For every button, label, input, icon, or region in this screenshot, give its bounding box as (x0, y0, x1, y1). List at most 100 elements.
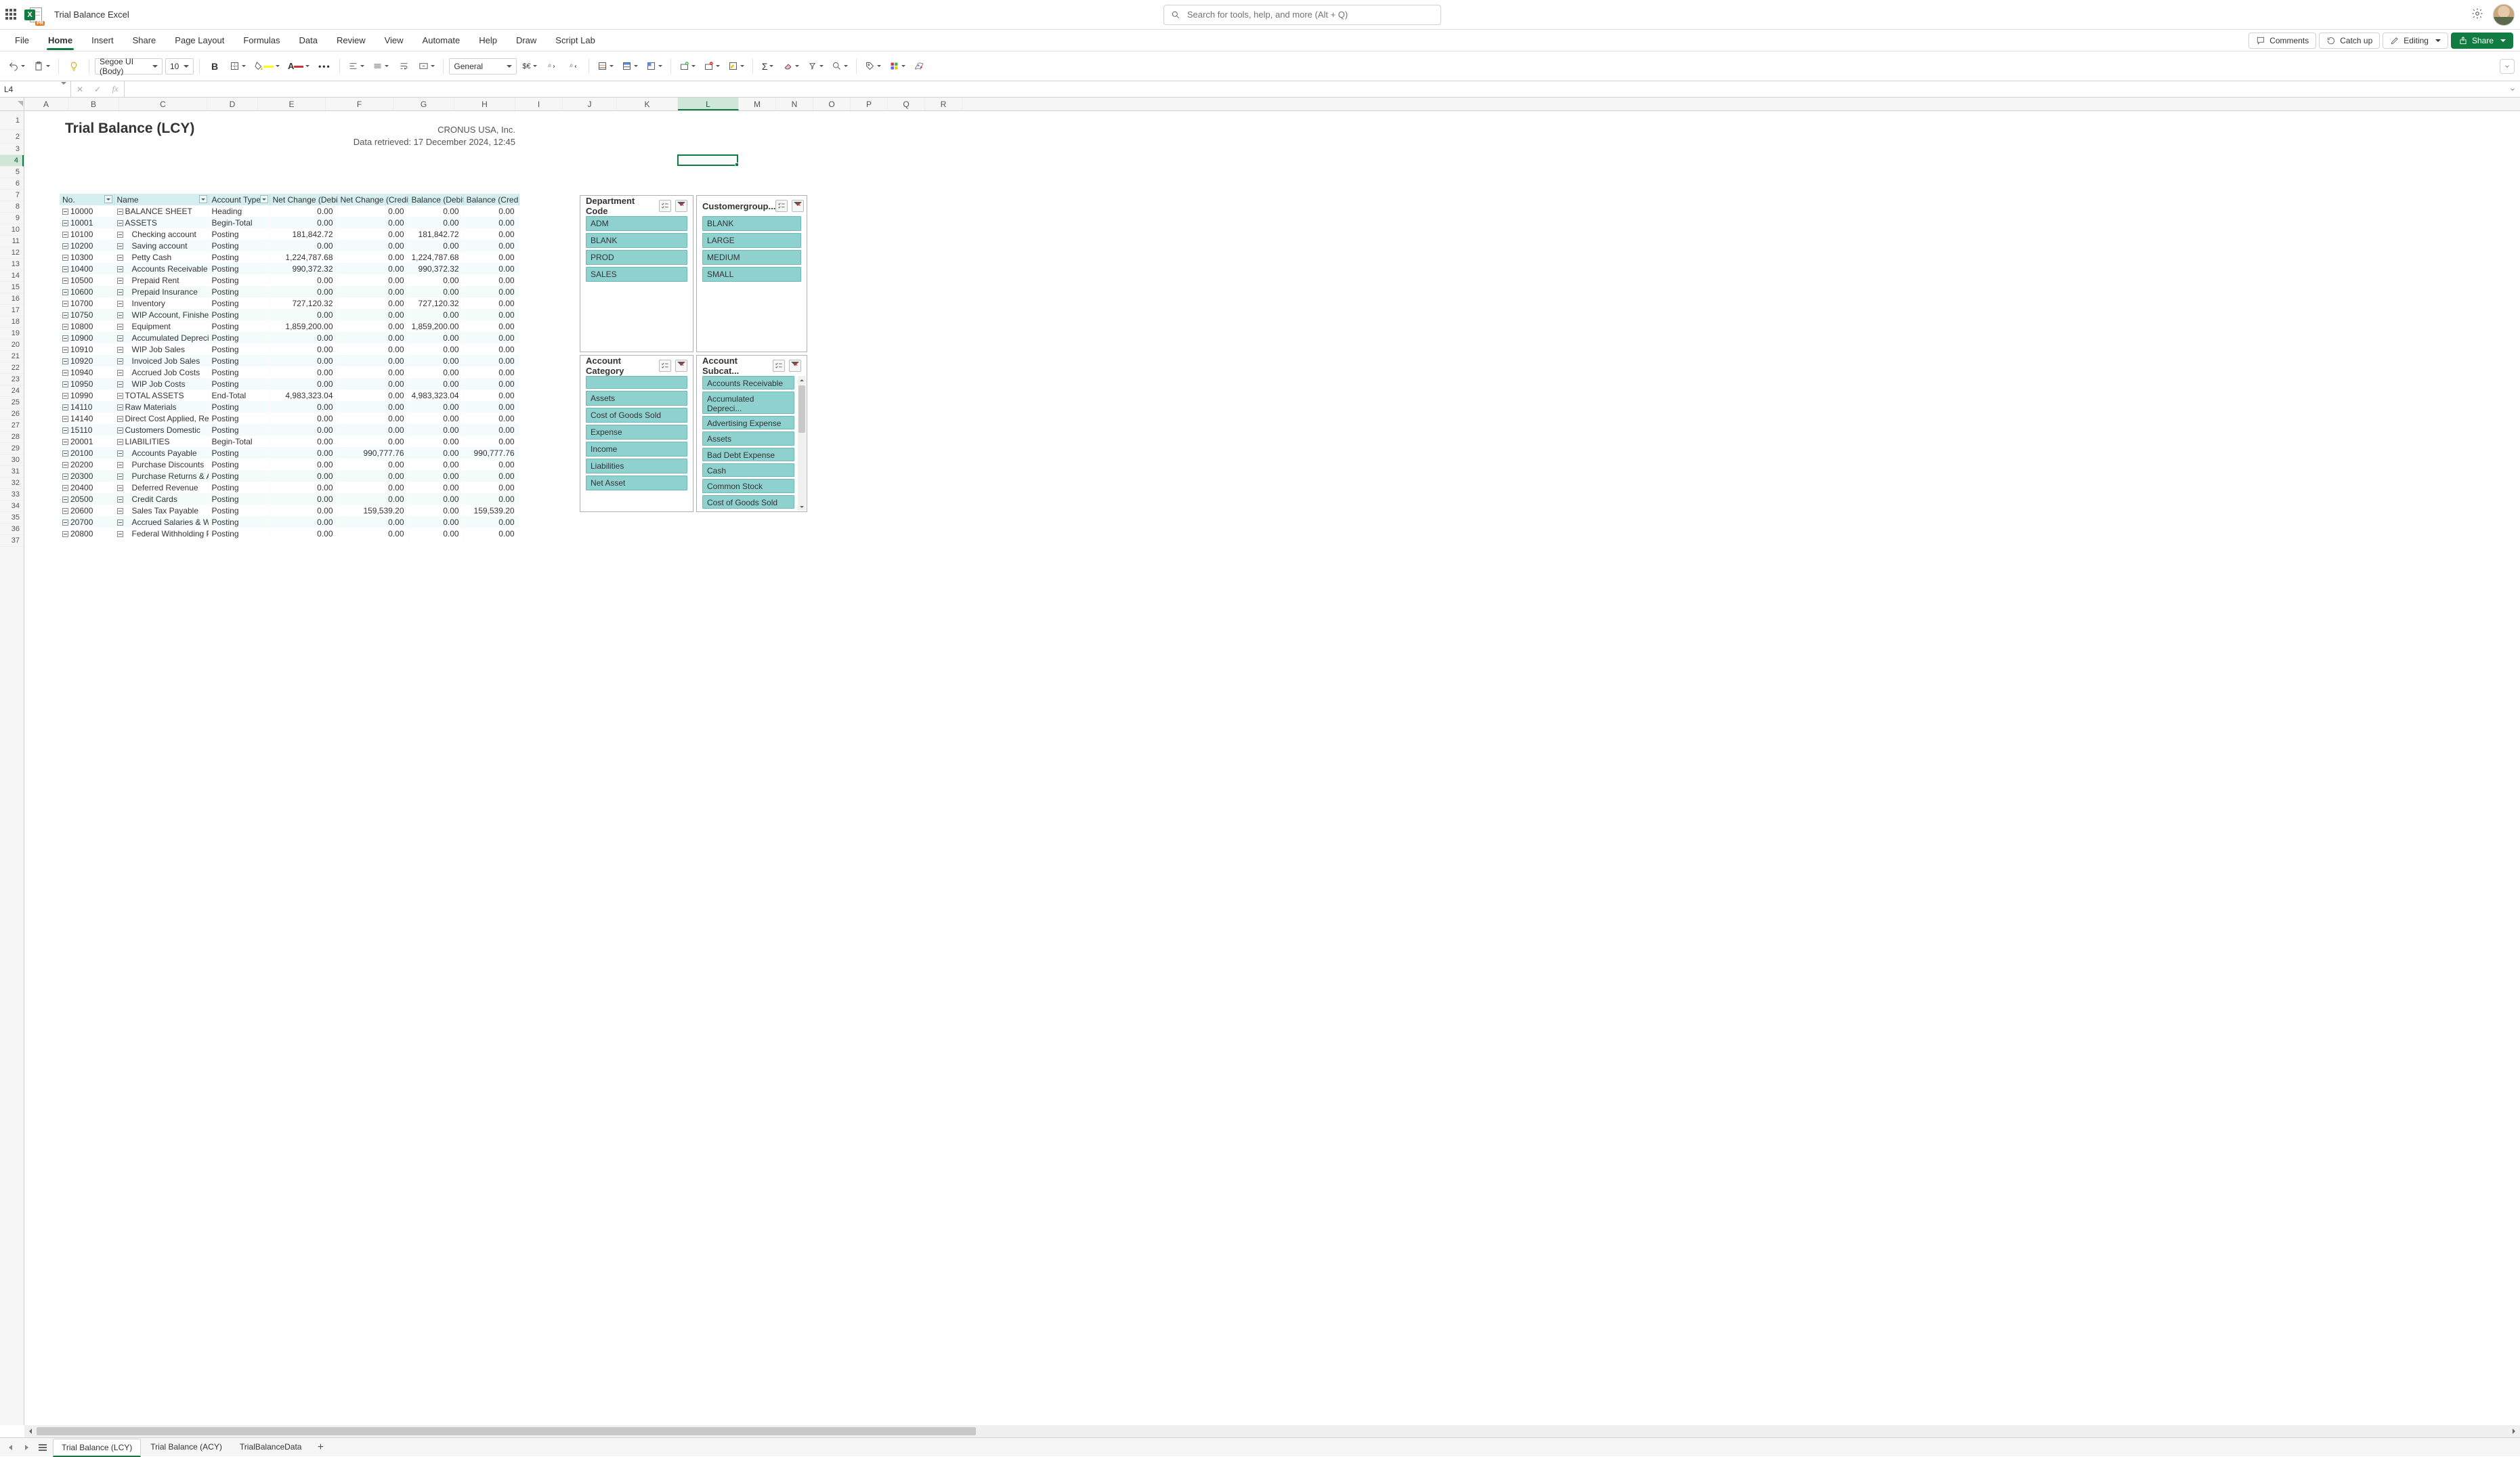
sheet-nav-prev[interactable] (4, 1441, 16, 1454)
column-header-Q[interactable]: Q (888, 98, 925, 110)
outline-toggle-icon[interactable] (62, 232, 68, 238)
outline-toggle-icon[interactable] (62, 404, 68, 410)
row-header-32[interactable]: 32 (0, 478, 24, 489)
outline-toggle-icon[interactable] (62, 220, 68, 226)
outline-toggle-icon[interactable] (62, 450, 68, 457)
outline-toggle-icon[interactable] (117, 243, 123, 249)
outline-toggle-icon[interactable] (117, 301, 123, 307)
outline-toggle-icon[interactable] (117, 278, 123, 284)
row-header-4[interactable]: 4 (0, 155, 24, 167)
multi-select-button[interactable] (659, 200, 671, 212)
select-all-corner[interactable] (0, 98, 24, 110)
catch-up-button[interactable]: Catch up (2319, 33, 2380, 49)
table-row[interactable]: 10400Accounts ReceivablePosting990,372.3… (60, 263, 519, 274)
multi-select-button[interactable] (775, 200, 788, 212)
all-sheets-button[interactable] (37, 1447, 49, 1448)
ribbon-tab-home[interactable]: Home (40, 31, 81, 49)
outline-toggle-icon[interactable] (117, 531, 123, 537)
outline-toggle-icon[interactable] (62, 439, 68, 445)
slicer[interactable]: Account Subcat...Accounts ReceivableAccu… (696, 355, 807, 512)
insert-function-button[interactable]: fx (106, 84, 124, 94)
collapse-ribbon-button[interactable] (2500, 59, 2515, 74)
table-row[interactable]: 10990TOTAL ASSETSEnd-Total4,983,323.040.… (60, 389, 519, 401)
share-button[interactable]: Share (2451, 33, 2513, 49)
row-header-9[interactable]: 9 (0, 213, 24, 224)
ribbon-tab-script-lab[interactable]: Script Lab (547, 31, 603, 49)
slicer-item[interactable]: Accounts Receivable (702, 376, 794, 389)
column-header-B[interactable]: B (68, 98, 119, 110)
table-row[interactable]: 14110Raw MaterialsPosting0.000.000.000.0… (60, 401, 519, 413)
table-row[interactable]: 10100Checking accountPosting181,842.720.… (60, 228, 519, 240)
outline-toggle-icon[interactable] (117, 347, 123, 353)
font-name-combo[interactable]: Segoe UI (Body) (95, 58, 163, 75)
sheet-tab[interactable]: TrialBalanceData (232, 1439, 310, 1456)
table-row[interactable]: 10200Saving accountPosting0.000.000.000.… (60, 240, 519, 251)
align-left-button[interactable] (345, 57, 367, 76)
column-header-E[interactable]: E (258, 98, 326, 110)
table-header[interactable]: Name (114, 194, 209, 205)
slicer-item[interactable]: Liabilities (586, 459, 687, 473)
bold-button[interactable]: B (205, 57, 224, 76)
table-row[interactable]: 20600Sales Tax PayablePosting0.00159,539… (60, 505, 519, 516)
table-header[interactable]: Balance (Debit) (408, 194, 463, 205)
table-row[interactable]: 10500Prepaid RentPosting0.000.000.000.00 (60, 274, 519, 286)
slicer-item[interactable]: MEDIUM (702, 250, 801, 265)
table-row[interactable]: 20700Accrued Salaries & WagPosting0.000.… (60, 516, 519, 528)
ribbon-tab-page-layout[interactable]: Page Layout (167, 31, 232, 49)
comments-button[interactable]: Comments (2248, 33, 2316, 49)
editing-mode-button[interactable]: Editing (2383, 33, 2448, 49)
outline-toggle-icon[interactable] (117, 404, 123, 410)
spreadsheet-grid[interactable]: ABCDEFGHIJKLMNOPQR 123456789101112131415… (0, 98, 2520, 1437)
outline-toggle-icon[interactable] (117, 450, 123, 457)
row-header-1[interactable]: 1 (0, 111, 24, 130)
format-cells-button[interactable] (725, 57, 747, 76)
row-header-27[interactable]: 27 (0, 420, 24, 431)
ribbon-tab-automate[interactable]: Automate (414, 31, 469, 49)
outline-toggle-icon[interactable] (117, 232, 123, 238)
merge-button[interactable] (416, 57, 437, 76)
scrollbar-thumb[interactable] (37, 1427, 976, 1435)
outline-toggle-icon[interactable] (62, 289, 68, 295)
table-header[interactable]: No. (60, 194, 114, 205)
slicer-item[interactable]: Expense (586, 425, 687, 440)
table-row[interactable]: 20001LIABILITIESBegin-Total0.000.000.000… (60, 436, 519, 447)
outline-toggle-icon[interactable] (117, 266, 123, 272)
row-header-23[interactable]: 23 (0, 374, 24, 385)
table-row[interactable]: 10300Petty CashPosting1,224,787.680.001,… (60, 251, 519, 263)
table-row[interactable]: 10600Prepaid InsurancePosting0.000.000.0… (60, 286, 519, 297)
outline-toggle-icon[interactable] (117, 416, 123, 422)
table-row[interactable]: 20400Deferred RevenuePosting0.000.000.00… (60, 482, 519, 493)
outline-toggle-icon[interactable] (62, 278, 68, 284)
cancel-formula-button[interactable]: ✕ (71, 85, 89, 94)
outline-toggle-icon[interactable] (117, 220, 123, 226)
clear-filter-button[interactable] (675, 360, 687, 372)
outline-toggle-icon[interactable] (62, 324, 68, 330)
outline-toggle-icon[interactable] (117, 312, 123, 318)
expand-formula-bar-button[interactable] (2505, 81, 2520, 97)
outline-toggle-icon[interactable] (62, 427, 68, 434)
name-box[interactable]: L4 (0, 81, 71, 97)
column-header-J[interactable]: J (563, 98, 617, 110)
outline-toggle-icon[interactable] (117, 520, 123, 526)
row-header-17[interactable]: 17 (0, 305, 24, 316)
row-header-2[interactable]: 2 (0, 130, 24, 144)
slicer-item[interactable]: Accumulated Depreci... (702, 392, 794, 414)
outline-toggle-icon[interactable] (117, 324, 123, 330)
number-format-combo[interactable]: General (449, 58, 517, 75)
column-header-D[interactable]: D (207, 98, 258, 110)
outline-toggle-icon[interactable] (62, 266, 68, 272)
ribbon-tab-data[interactable]: Data (291, 31, 326, 49)
table-row[interactable]: 20300Purchase Returns & AlloPosting0.000… (60, 470, 519, 482)
paste-button[interactable] (30, 57, 53, 76)
row-header-8[interactable]: 8 (0, 201, 24, 213)
table-header[interactable]: Net Change (Debit) (270, 194, 337, 205)
outline-toggle-icon[interactable] (117, 358, 123, 364)
column-header-P[interactable]: P (851, 98, 888, 110)
outline-toggle-icon[interactable] (62, 381, 68, 387)
row-header-30[interactable]: 30 (0, 455, 24, 466)
table-row[interactable]: 10001ASSETSBegin-Total0.000.000.000.00 (60, 217, 519, 228)
table-row[interactable]: 10000BALANCE SHEETHeading0.000.000.000.0… (60, 205, 519, 217)
row-header-33[interactable]: 33 (0, 489, 24, 501)
clear-button[interactable] (780, 57, 802, 76)
multi-select-button[interactable] (659, 360, 671, 372)
